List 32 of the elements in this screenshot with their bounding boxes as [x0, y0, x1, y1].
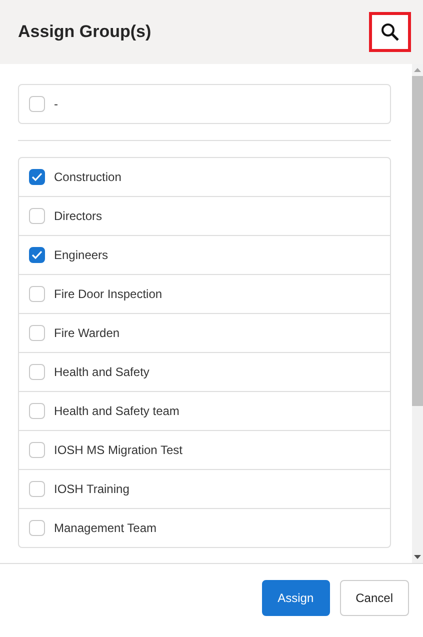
checkbox-label[interactable]: Health and Safety — [54, 365, 150, 379]
checkbox[interactable] — [29, 442, 45, 458]
checkbox-label[interactable]: Fire Warden — [54, 326, 120, 340]
checkbox[interactable] — [29, 481, 45, 497]
checkbox-label[interactable]: - — [54, 97, 58, 111]
checkbox[interactable] — [29, 208, 45, 224]
checkbox-label[interactable]: Fire Door Inspection — [54, 287, 162, 301]
checkbox-label[interactable]: Directors — [54, 209, 102, 223]
checkbox-label[interactable]: IOSH MS Migration Test — [54, 443, 182, 457]
search-icon — [380, 22, 400, 42]
dialog-button[interactable]: Assign — [262, 580, 330, 616]
checkbox[interactable] — [29, 96, 45, 112]
dialog-title: Assign Group(s) — [18, 22, 152, 42]
checkbox-label[interactable]: Management Team — [54, 521, 157, 535]
checkbox[interactable] — [29, 169, 45, 185]
checkbox-label[interactable]: IOSH Training — [54, 482, 130, 496]
checkbox-label[interactable]: Health and Safety team — [54, 404, 180, 418]
search-button[interactable] — [369, 12, 411, 52]
dialog-button[interactable]: Cancel — [340, 580, 409, 616]
checkbox-label[interactable]: Engineers — [54, 248, 108, 262]
checkbox[interactable] — [29, 286, 45, 302]
scroll-down-arrow-icon[interactable] — [412, 553, 423, 561]
checkbox[interactable] — [29, 364, 45, 380]
scrollbar[interactable] — [412, 64, 423, 563]
checkmark-icon — [31, 250, 43, 260]
checkbox[interactable] — [29, 403, 45, 419]
checkbox[interactable] — [29, 247, 45, 263]
checkmark-icon — [31, 172, 43, 182]
checkbox[interactable] — [29, 520, 45, 536]
checkbox[interactable] — [29, 325, 45, 341]
checkbox-label[interactable]: Construction — [54, 170, 122, 184]
scroll-up-arrow-icon[interactable] — [412, 66, 423, 74]
